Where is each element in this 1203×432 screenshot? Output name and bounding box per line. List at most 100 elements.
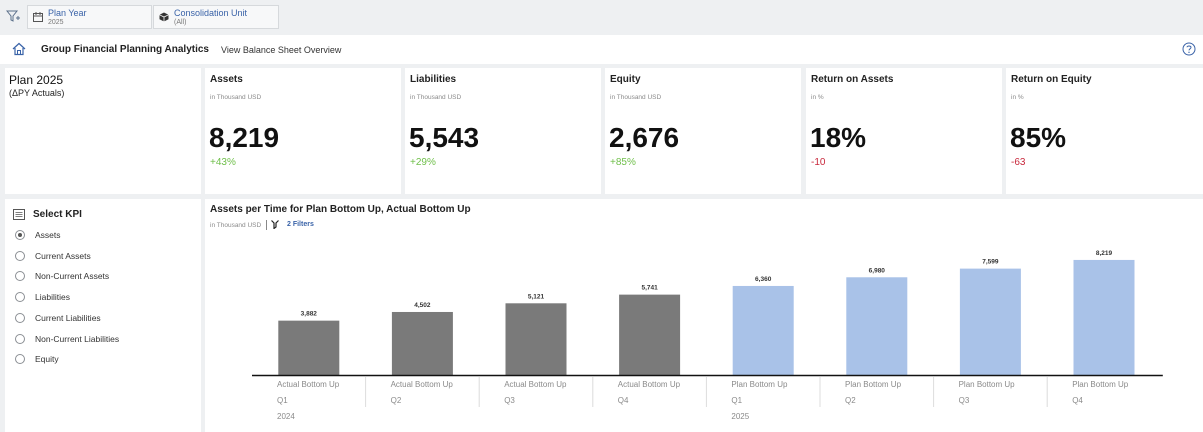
kpi-option-non-current-liabilities[interactable]: Non-Current Liabilities xyxy=(15,332,119,346)
x-tick-label-version: Plan Bottom Up xyxy=(845,380,902,389)
radio[interactable] xyxy=(15,271,25,281)
kpi-option-equity[interactable]: Equity xyxy=(15,352,59,366)
kpi-option-label: Non-Current Liabilities xyxy=(35,334,120,344)
x-tick-label-version: Actual Bottom Up xyxy=(618,380,681,389)
chart-bar[interactable] xyxy=(619,294,681,375)
kpi-title: Return on Equity xyxy=(1011,74,1092,85)
kpi-value: 85% xyxy=(1010,122,1067,153)
x-tick-label-version: Plan Bottom Up xyxy=(1072,380,1129,389)
kpi-value: 5,543 xyxy=(409,122,480,153)
chart-bar[interactable] xyxy=(732,285,794,375)
chart-panel: 3,882 Actual Bottom Up Q1 2024 4,502 Actual B… xyxy=(205,199,1203,432)
kpi-value: 2,676 xyxy=(609,122,680,153)
kpi-option-label: Current Assets xyxy=(35,251,91,261)
filter-label: Consolidation Unit xyxy=(174,8,248,18)
x-tick-label-year: 2025 xyxy=(731,412,749,421)
divider xyxy=(266,220,267,230)
x-tick-label-quarter: Q4 xyxy=(1072,396,1083,405)
radio[interactable] xyxy=(15,354,25,364)
x-tick-label-quarter: Q4 xyxy=(618,396,629,405)
x-tick-label-version: Plan Bottom Up xyxy=(731,380,788,389)
kpi-tile-liabilities[interactable]: Liabilities in Thousand USD 5,543 +29% xyxy=(405,68,601,194)
bar-value-label: 5,121 xyxy=(528,293,545,300)
bar-value-label: 8,219 xyxy=(1096,250,1113,257)
filter-chip-consolidation-unit[interactable]: Consolidation Unit (All) xyxy=(153,5,279,29)
selection-icon xyxy=(13,209,25,220)
kpi-option-label: Current Liabilities xyxy=(35,313,101,323)
kpi-delta: +85% xyxy=(610,157,636,168)
kpi-option-liabilities[interactable]: Liabilities xyxy=(15,290,70,304)
x-tick-label-version: Actual Bottom Up xyxy=(277,380,340,389)
kpi-tile-return-on-equity[interactable]: Return on Equity in % 85% -63 xyxy=(1006,68,1203,194)
filter-icon[interactable] xyxy=(6,9,20,23)
kpi-title: Equity xyxy=(610,74,641,85)
chart-bar[interactable] xyxy=(846,277,908,375)
radio[interactable] xyxy=(15,251,25,261)
x-tick-label-year: 2024 xyxy=(277,412,295,421)
kpi-unit: in Thousand USD xyxy=(610,94,662,101)
kpi-tile-assets[interactable]: Assets in Thousand USD 8,219 +43% xyxy=(205,68,401,194)
kpi-option-label: Assets xyxy=(35,230,61,240)
kpi-option-non-current-assets[interactable]: Non-Current Assets xyxy=(15,269,109,283)
radio[interactable] xyxy=(15,334,25,344)
radio[interactable] xyxy=(15,292,25,302)
kpi-option-current-liabilities[interactable]: Current Liabilities xyxy=(15,311,101,325)
cube-icon xyxy=(159,12,169,22)
filter-value: 2025 xyxy=(48,19,64,26)
chart-bar[interactable] xyxy=(959,268,1021,375)
plan-subtitle: (ΔPY Actuals) xyxy=(9,88,65,98)
bar-value-label: 6,980 xyxy=(869,267,886,274)
kpi-unit: in % xyxy=(811,94,824,101)
help-icon[interactable] xyxy=(1182,42,1196,56)
app-subtitle: View Balance Sheet Overview xyxy=(221,45,342,55)
filter-value: (All) xyxy=(174,19,187,26)
select-kpi-title: Select KPI xyxy=(33,209,82,220)
x-tick-label-version: Actual Bottom Up xyxy=(391,380,454,389)
x-tick-label-quarter: Q1 xyxy=(277,396,288,405)
chart-title: Assets per Time for Plan Bottom Up, Actu… xyxy=(210,204,471,215)
x-tick-label-quarter: Q2 xyxy=(391,396,402,405)
x-tick-label-version: Actual Bottom Up xyxy=(504,380,567,389)
bar-value-label: 5,741 xyxy=(641,285,658,292)
bar-value-label: 4,502 xyxy=(414,302,431,309)
kpi-unit: in Thousand USD xyxy=(410,94,462,101)
kpi-option-assets[interactable]: Assets xyxy=(15,228,61,242)
kpi-value: 8,219 xyxy=(209,122,280,153)
x-tick-label-quarter: Q1 xyxy=(731,396,742,405)
kpi-title: Assets xyxy=(210,74,243,85)
filter-label: Plan Year xyxy=(48,8,87,18)
filter-bar: Plan Year 2025 Consolidation Unit (All) xyxy=(0,0,1203,32)
chart-filters-link[interactable]: 2 Filters xyxy=(287,221,314,228)
radio-selected[interactable] xyxy=(15,230,25,240)
kpi-option-label: Liabilities xyxy=(35,292,70,302)
kpi-unit: in Thousand USD xyxy=(210,94,262,101)
x-tick-label-quarter: Q3 xyxy=(504,396,515,405)
kpi-option-label: Equity xyxy=(35,354,59,364)
chart-bar[interactable] xyxy=(505,303,567,375)
kpi-delta: +29% xyxy=(410,157,436,168)
plan-tile: Plan 2025 (ΔPY Actuals) xyxy=(5,68,201,194)
kpi-title: Liabilities xyxy=(410,74,457,85)
chart-bar[interactable] xyxy=(1073,259,1135,375)
funnel-icon[interactable] xyxy=(271,220,279,229)
kpi-tile-return-on-assets[interactable]: Return on Assets in % 18% -10 xyxy=(806,68,1002,194)
bar-value-label: 3,882 xyxy=(301,311,318,318)
kpi-value: 18% xyxy=(810,122,867,153)
chart-bar[interactable] xyxy=(391,311,453,375)
home-icon[interactable] xyxy=(12,42,26,56)
chart-bar[interactable] xyxy=(278,320,340,375)
select-kpi-panel: Select KPI Assets Current Assets Non-Cur… xyxy=(5,199,201,432)
kpi-option-current-assets[interactable]: Current Assets xyxy=(15,249,91,263)
kpi-delta: -63 xyxy=(1011,157,1026,168)
plan-title: Plan 2025 xyxy=(9,73,64,87)
kpi-delta: -10 xyxy=(811,157,826,168)
app-header: Group Financial Planning Analytics View … xyxy=(0,35,1203,64)
kpi-tile-equity[interactable]: Equity in Thousand USD 2,676 +85% xyxy=(605,68,801,194)
radio[interactable] xyxy=(15,313,25,323)
kpi-unit: in % xyxy=(1011,94,1024,101)
x-tick-label-version: Plan Bottom Up xyxy=(959,380,1016,389)
kpi-delta: +43% xyxy=(210,157,236,168)
filter-chip-plan-year[interactable]: Plan Year 2025 xyxy=(27,5,152,29)
app-title: Group Financial Planning Analytics xyxy=(41,44,209,55)
x-tick-label-quarter: Q2 xyxy=(845,396,856,405)
